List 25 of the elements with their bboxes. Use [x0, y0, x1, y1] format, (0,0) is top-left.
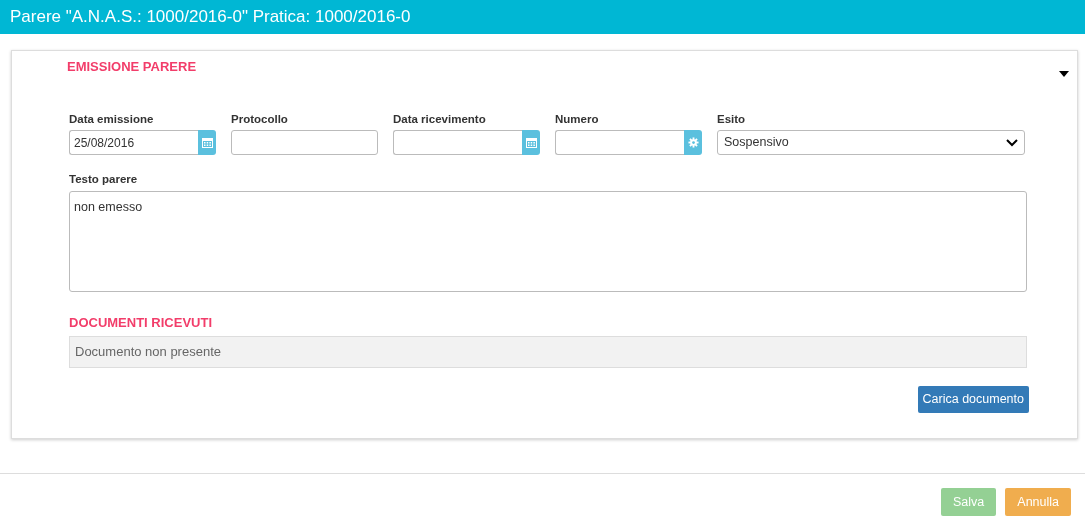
input-field[interactable] — [555, 130, 684, 156]
collapse-caret-icon[interactable] — [1059, 70, 1069, 77]
date-field[interactable] — [393, 130, 522, 156]
input-field[interactable] — [231, 130, 378, 156]
section-title: DOCUMENTI RICEVUTI — [69, 313, 212, 332]
field-label: Data ricevimento — [393, 112, 486, 127]
field-label: Testo parere — [69, 172, 138, 188]
generate-button[interactable] — [684, 130, 702, 156]
select-field[interactable]: Sospensivo — [717, 130, 1025, 156]
text-area[interactable]: non emesso — [69, 190, 1027, 292]
field-label: Numero — [555, 112, 599, 127]
gear-icon — [687, 137, 699, 149]
calendar-button[interactable] — [522, 130, 540, 156]
date-field[interactable]: 25/08/2016 — [69, 130, 198, 156]
field-label: Esito — [717, 112, 746, 127]
field-label: Data emissione — [69, 112, 154, 127]
upload-button[interactable]: Carica documento — [917, 386, 1029, 413]
section-title: EMISSIONE PARERE — [67, 58, 197, 76]
calendar-icon — [201, 137, 213, 149]
field-label: Protocollo — [231, 112, 288, 127]
calendar-icon — [525, 137, 537, 149]
empty-message: Documento non presente — [69, 336, 1027, 368]
chevron-down-icon — [1006, 138, 1018, 147]
dialog-title: Parere "A.N.A.S.: 1000/2016-0" Pratica: 1000/2016-0 — [10, 6, 411, 29]
calendar-button[interactable] — [198, 130, 216, 156]
